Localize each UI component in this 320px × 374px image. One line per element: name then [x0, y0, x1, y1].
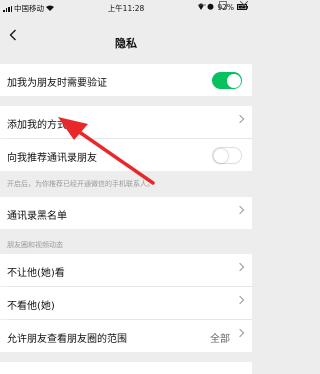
annotation-arrow-icon — [58, 117, 155, 185]
